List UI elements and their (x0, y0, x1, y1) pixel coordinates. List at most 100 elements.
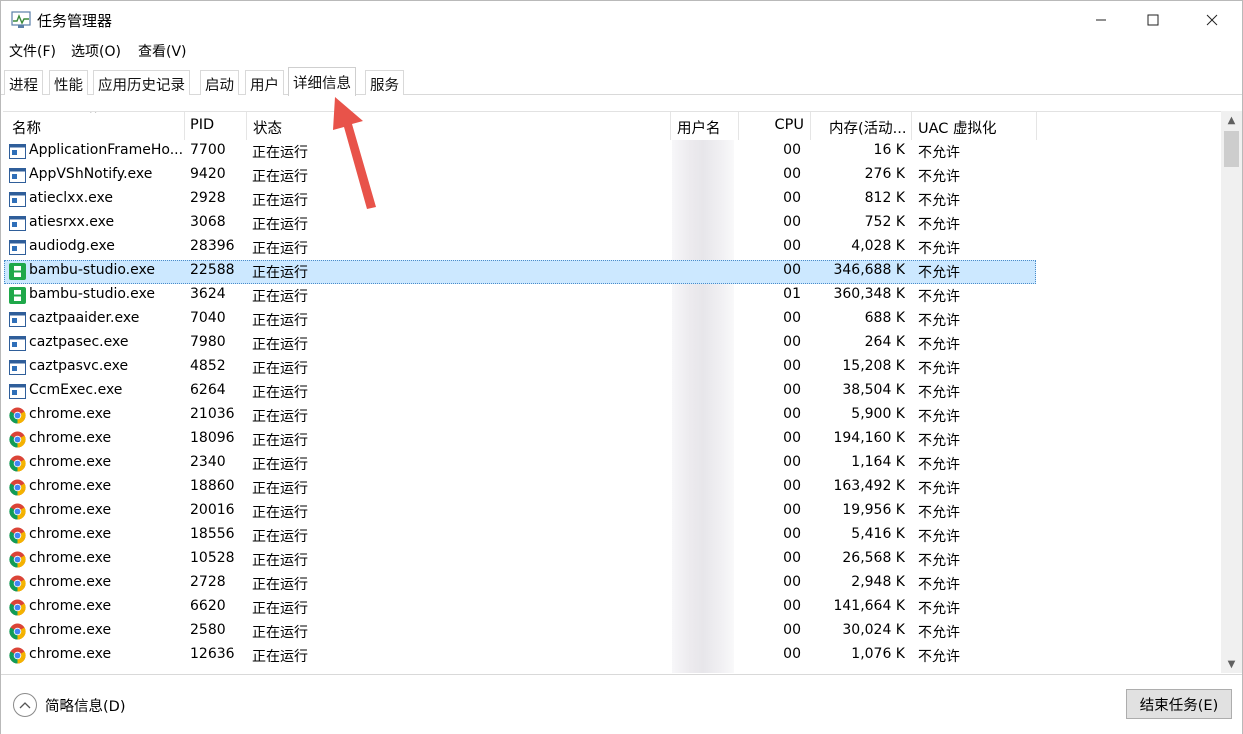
table-row[interactable]: chrome.exe 2728 正在运行 00 2,948 K 不允许 (3, 572, 1221, 596)
process-name: chrome.exe (29, 454, 112, 470)
table-row[interactable]: AppVShNotify.exe 9420 正在运行 00 276 K 不允许 (3, 164, 1221, 188)
process-pid: 28396 (190, 238, 235, 254)
table-row[interactable]: bambu-studio.exe 22588 正在运行 00 346,688 K 不允许 (3, 260, 1221, 284)
tab-details[interactable]: 详细信息 (288, 67, 356, 96)
process-memory: 141,664 K (833, 598, 905, 614)
tab-users[interactable]: 用户 (245, 70, 284, 95)
process-status: 正在运行 (252, 217, 308, 233)
minimize-button[interactable] (1078, 1, 1124, 39)
column-header-cpu[interactable]: CPU (739, 112, 811, 140)
process-memory: 752 K (864, 214, 905, 230)
process-name: chrome.exe (29, 574, 112, 590)
menu-view[interactable]: 查看(V) (138, 41, 187, 61)
column-header-name[interactable]: ^ 名称 (3, 112, 185, 140)
process-memory: 30,024 K (842, 622, 905, 638)
app-window-icon (9, 192, 26, 207)
process-uac: 不允许 (918, 433, 960, 449)
process-details-table: ^ 名称 PID 状态 用户名 CPU 内存(活动... UAC 虚拟化 App… (3, 111, 1221, 673)
table-row[interactable]: audiodg.exe 28396 正在运行 00 4,028 K 不允许 (3, 236, 1221, 260)
process-uac: 不允许 (918, 361, 960, 377)
process-uac: 不允许 (918, 265, 960, 281)
table-row[interactable]: atiesrxx.exe 3068 正在运行 00 752 K 不允许 (3, 212, 1221, 236)
table-row[interactable]: atieclxx.exe 2928 正在运行 00 812 K 不允许 (3, 188, 1221, 212)
table-row[interactable]: ApplicationFrameHo... 7700 正在运行 00 16 K 不允许 (3, 140, 1221, 164)
process-status: 正在运行 (252, 457, 308, 473)
table-row[interactable]: chrome.exe 2340 正在运行 00 1,164 K 不允许 (3, 452, 1221, 476)
process-pid: 7700 (190, 142, 226, 158)
process-cpu: 00 (783, 478, 801, 494)
tab-app-history[interactable]: 应用历史记录 (93, 70, 190, 95)
menu-options[interactable]: 选项(O) (71, 41, 121, 61)
process-memory: 38,504 K (842, 382, 905, 398)
process-cpu: 00 (783, 430, 801, 446)
table-row[interactable]: chrome.exe 2580 正在运行 00 30,024 K 不允许 (3, 620, 1221, 644)
column-header-username[interactable]: 用户名 (671, 112, 739, 140)
process-pid: 18556 (190, 526, 235, 542)
tab-performance[interactable]: 性能 (49, 70, 88, 95)
process-cpu: 00 (783, 526, 801, 542)
column-header-memory[interactable]: 内存(活动... (811, 112, 912, 140)
process-status: 正在运行 (252, 649, 308, 665)
table-row[interactable]: chrome.exe 18860 正在运行 00 163,492 K 不允许 (3, 476, 1221, 500)
process-cpu: 00 (783, 550, 801, 566)
table-row[interactable]: chrome.exe 6620 正在运行 00 141,664 K 不允许 (3, 596, 1221, 620)
process-pid: 20016 (190, 502, 235, 518)
chrome-icon (9, 599, 26, 616)
table-row[interactable]: bambu-studio.exe 3624 正在运行 01 360,348 K 不允许 (3, 284, 1221, 308)
process-name: audiodg.exe (29, 238, 115, 254)
table-row[interactable]: chrome.exe 18096 正在运行 00 194,160 K 不允许 (3, 428, 1221, 452)
table-row[interactable]: caztpasec.exe 7980 正在运行 00 264 K 不允许 (3, 332, 1221, 356)
process-name: atiesrxx.exe (29, 214, 115, 230)
process-cpu: 00 (783, 574, 801, 590)
maximize-button[interactable] (1130, 1, 1176, 39)
tab-processes[interactable]: 进程 (4, 70, 43, 95)
close-button[interactable] (1189, 1, 1235, 39)
scroll-up-arrow-icon[interactable]: ▲ (1221, 111, 1242, 129)
fewer-details-chevron-up-icon[interactable] (13, 693, 37, 717)
fewer-details-link[interactable]: 简略信息(D) (45, 695, 125, 716)
table-row[interactable]: CcmExec.exe 6264 正在运行 00 38,504 K 不允许 (3, 380, 1221, 404)
process-uac: 不允许 (918, 649, 960, 665)
end-task-button[interactable]: 结束任务(E) (1126, 689, 1232, 719)
title-bar[interactable]: 任务管理器 (1, 1, 1242, 39)
footer-bar: 简略信息(D) 结束任务(E) (1, 674, 1242, 734)
vertical-scrollbar[interactable]: ▲ ▼ (1221, 111, 1242, 673)
process-status: 正在运行 (252, 505, 308, 521)
process-uac: 不允许 (918, 505, 960, 521)
process-name: caztpasvc.exe (29, 358, 129, 374)
table-row[interactable]: chrome.exe 21036 正在运行 00 5,900 K 不允许 (3, 404, 1221, 428)
tab-services[interactable]: 服务 (365, 70, 404, 95)
tab-bar: 进程 性能 应用历史记录 启动 用户 详细信息 服务 (1, 67, 1242, 96)
column-header-pid[interactable]: PID (185, 112, 247, 140)
scroll-down-arrow-icon[interactable]: ▼ (1221, 655, 1242, 673)
process-uac: 不允许 (918, 145, 960, 161)
menu-file[interactable]: 文件(F) (9, 41, 56, 61)
table-row[interactable]: caztpaaider.exe 7040 正在运行 00 688 K 不允许 (3, 308, 1221, 332)
column-header-uac[interactable]: UAC 虚拟化 (912, 112, 1037, 140)
process-uac: 不允许 (918, 457, 960, 473)
table-row[interactable]: chrome.exe 20016 正在运行 00 19,956 K 不允许 (3, 500, 1221, 524)
sort-ascending-icon: ^ (89, 111, 98, 120)
process-status: 正在运行 (252, 481, 308, 497)
process-cpu: 00 (783, 166, 801, 182)
process-status: 正在运行 (252, 553, 308, 569)
process-uac: 不允许 (918, 337, 960, 353)
process-status: 正在运行 (252, 625, 308, 641)
process-memory: 276 K (864, 166, 905, 182)
process-uac: 不允许 (918, 289, 960, 305)
scrollbar-thumb[interactable] (1224, 131, 1239, 167)
process-pid: 9420 (190, 166, 226, 182)
column-header-status[interactable]: 状态 (247, 112, 671, 140)
table-row[interactable]: chrome.exe 10528 正在运行 00 26,568 K 不允许 (3, 548, 1221, 572)
tab-startup[interactable]: 启动 (200, 70, 239, 95)
process-status: 正在运行 (252, 433, 308, 449)
process-cpu: 00 (783, 382, 801, 398)
process-status: 正在运行 (252, 289, 308, 305)
process-name: chrome.exe (29, 406, 112, 422)
chrome-icon (9, 479, 26, 496)
process-memory: 2,948 K (851, 574, 905, 590)
process-status: 正在运行 (252, 241, 308, 257)
table-row[interactable]: chrome.exe 18556 正在运行 00 5,416 K 不允许 (3, 524, 1221, 548)
table-row[interactable]: chrome.exe 12636 正在运行 00 1,076 K 不允许 (3, 644, 1221, 668)
table-row[interactable]: caztpasvc.exe 4852 正在运行 00 15,208 K 不允许 (3, 356, 1221, 380)
